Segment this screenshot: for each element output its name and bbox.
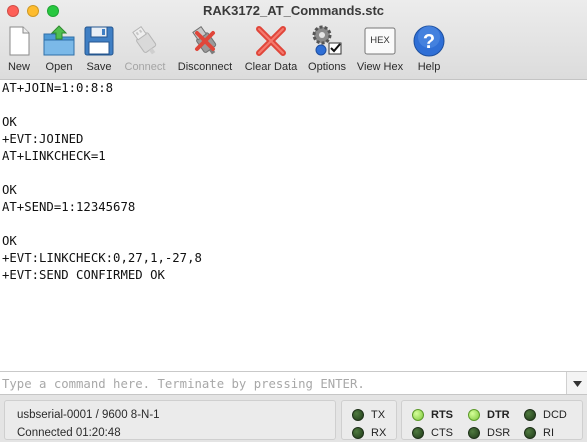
usb-plug-icon xyxy=(128,24,162,58)
terminal-line: OK xyxy=(2,115,17,129)
ri-led-icon xyxy=(524,427,536,439)
tx-label: TX xyxy=(371,409,386,421)
terminal-line: AT+JOIN=1:0:8:8 xyxy=(2,81,114,95)
port-settings: usbserial-0001 / 9600 8-N-1 xyxy=(17,409,160,421)
terminal-line: AT+LINKCHECK=1 xyxy=(2,149,106,163)
help-button[interactable]: ? Help xyxy=(412,22,446,78)
hex-badge-text: HEX xyxy=(370,35,390,46)
disconnect-label: Disconnect xyxy=(177,61,233,73)
terminal-line: +EVT:JOINED xyxy=(2,132,84,146)
terminal-line: AT+SEND=1:12345678 xyxy=(2,200,136,214)
gear-icon xyxy=(310,24,344,58)
command-input[interactable] xyxy=(0,373,566,394)
dtr-label: DTR xyxy=(487,409,510,421)
tx-led-icon xyxy=(352,409,364,421)
dcd-label: DCD xyxy=(543,409,567,421)
dtr-led-icon[interactable] xyxy=(468,409,480,421)
hex-icon: HEX xyxy=(363,24,397,58)
ri-label: RI xyxy=(543,427,554,439)
rx-label: RX xyxy=(371,427,387,439)
window-titlebar: RAK3172_AT_Commands.stc New Open Save Co… xyxy=(0,0,587,80)
clear-x-icon xyxy=(254,24,288,58)
rts-label: RTS xyxy=(431,409,453,421)
help-icon: ? xyxy=(412,24,446,58)
cts-led-icon xyxy=(412,427,424,439)
terminal-output[interactable]: AT+JOIN=1:0:8:8 OK +EVT:JOINED AT+LINKCHECK… xyxy=(0,80,587,371)
tx-rx-indicators: TX RX xyxy=(341,400,397,440)
dcd-led-icon xyxy=(524,409,536,421)
rts-led-icon[interactable] xyxy=(412,409,424,421)
connection-info: usbserial-0001 / 9600 8-N-1 Connected 01… xyxy=(4,400,336,440)
rx-led-icon xyxy=(352,427,364,439)
terminal-line: +EVT:SEND CONFIRMED OK xyxy=(2,268,165,282)
dsr-label: DSR xyxy=(487,427,511,439)
svg-text:?: ? xyxy=(423,31,435,53)
options-button[interactable]: Options xyxy=(308,22,346,78)
connection-timer: Connected 01:20:48 xyxy=(17,427,121,439)
window-title: RAK3172_AT_Commands.stc xyxy=(202,3,385,18)
line-status-indicators: RTS CTS DTR DSR DCD RI xyxy=(401,400,583,440)
command-bar xyxy=(0,371,587,395)
help-label: Help xyxy=(417,61,441,73)
terminal-line: OK xyxy=(2,234,17,248)
terminal-line: OK xyxy=(2,183,17,197)
floppy-disk-icon xyxy=(82,24,116,58)
open-folder-icon xyxy=(42,24,76,58)
connect-button[interactable]: Connect xyxy=(125,22,165,78)
dsr-led-icon xyxy=(468,427,480,439)
cts-label: CTS xyxy=(431,427,453,439)
command-history-dropdown[interactable] xyxy=(566,372,587,395)
chevron-down-icon xyxy=(573,381,582,387)
terminal-line: +EVT:LINKCHECK:0,27,1,-27,8 xyxy=(2,251,202,265)
new-document-icon xyxy=(2,24,36,58)
toolbar: New Open Save Connect Disconnect Clear D… xyxy=(0,22,587,78)
clear-data-button[interactable]: Clear Data xyxy=(245,22,297,78)
usb-disconnect-icon xyxy=(188,24,222,58)
status-bar: usbserial-0001 / 9600 8-N-1 Connected 01… xyxy=(0,394,587,442)
disconnect-button[interactable]: Disconnect xyxy=(178,22,232,78)
